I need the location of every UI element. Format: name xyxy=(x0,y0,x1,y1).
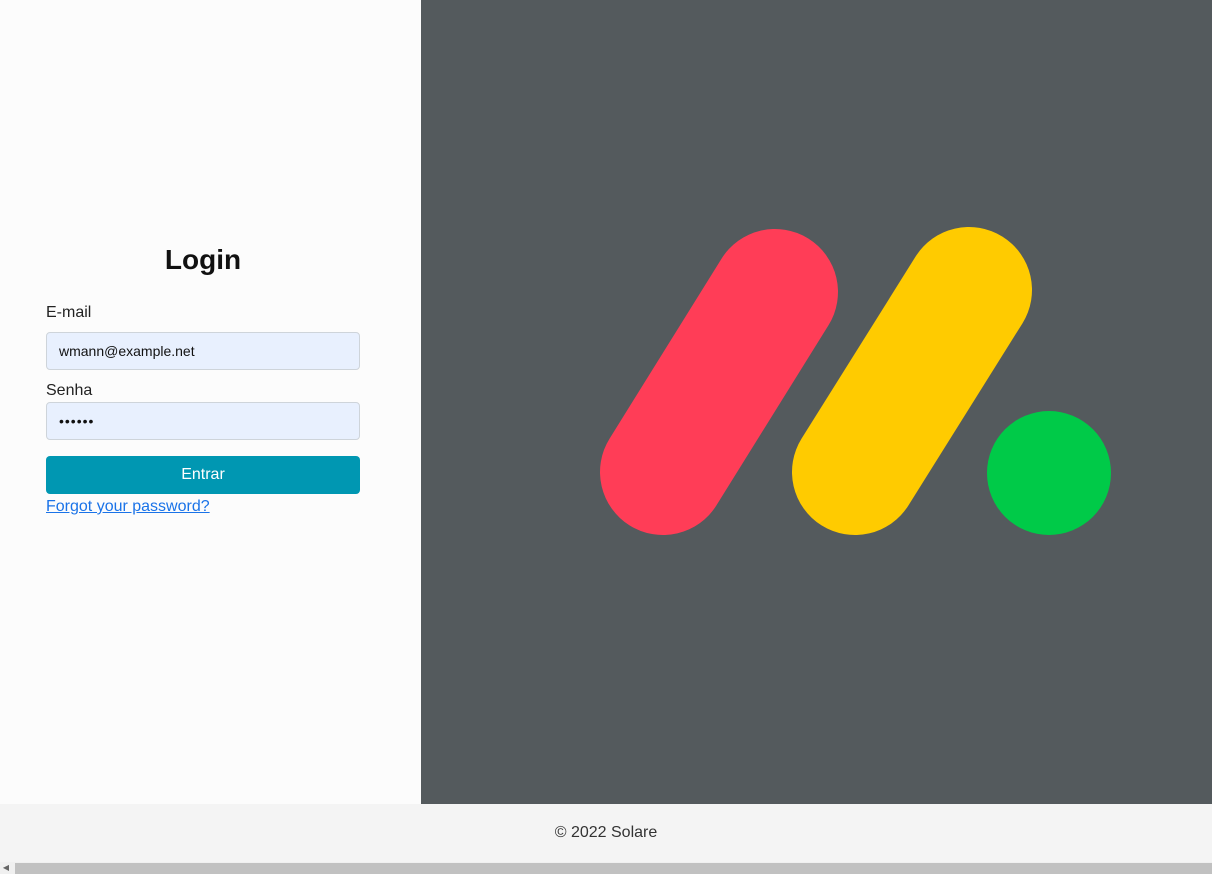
logo-yellow-stroke xyxy=(792,227,1032,535)
email-label: E-mail xyxy=(46,304,92,321)
password-label: Senha xyxy=(46,382,93,399)
email-field[interactable] xyxy=(46,332,360,370)
forgot-password-link[interactable]: Forgot your password? xyxy=(46,497,210,517)
login-submit-button[interactable]: Entrar xyxy=(46,456,360,494)
logo-green-dot xyxy=(987,411,1111,535)
page-footer: © 2022 Solare xyxy=(0,804,1212,862)
page-title: Login xyxy=(164,244,242,275)
password-field[interactable] xyxy=(46,402,360,440)
login-page: Login E-mail Senha Entrar Forgot your pa… xyxy=(0,0,1212,874)
logo-red-stroke xyxy=(600,229,838,535)
brand-panel xyxy=(421,0,1212,804)
brand-logo-icon xyxy=(600,227,1111,535)
scroll-left-arrow-icon[interactable]: ◀ xyxy=(0,862,12,874)
login-panel: Login E-mail Senha Entrar Forgot your pa… xyxy=(0,0,421,804)
horizontal-scrollbar[interactable]: ◀ xyxy=(0,862,1212,874)
scrollbar-thumb[interactable] xyxy=(15,863,1212,874)
